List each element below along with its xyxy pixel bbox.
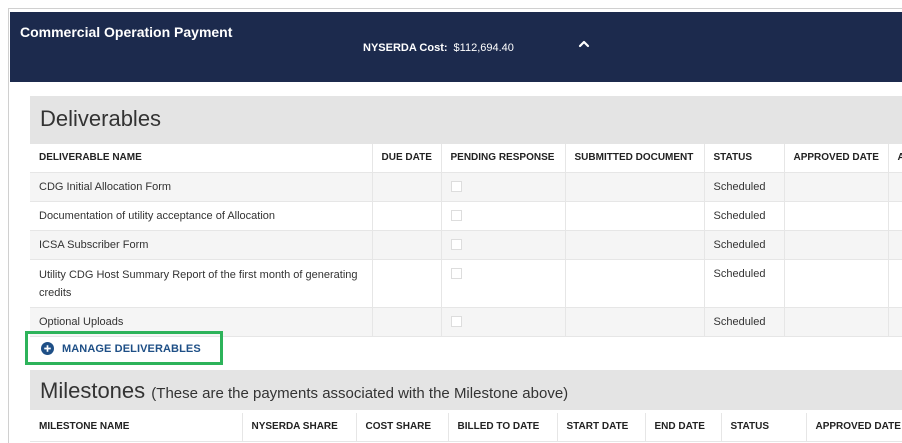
- col-cost-share[interactable]: COST SHARE: [356, 413, 449, 442]
- due-date: [372, 201, 442, 231]
- approved-date: [784, 307, 889, 337]
- submitted-document: [565, 259, 705, 308]
- truncated-cell: [888, 172, 902, 202]
- submitted-document: [565, 230, 705, 260]
- col-deliverable-name[interactable]: DELIVERABLE NAME: [30, 144, 373, 173]
- milestones-title: Milestones: [40, 378, 146, 403]
- pending-checkbox[interactable]: [450, 267, 462, 279]
- truncated-cell: [888, 230, 902, 260]
- col-billed-to-date[interactable]: BILLED TO DATE: [448, 413, 558, 442]
- chevron-up-icon[interactable]: [576, 36, 592, 52]
- deliverables-table: DELIVERABLE NAME DUE DATE PENDING RESPON…: [30, 144, 902, 337]
- milestones-subtitle: (These are the payments associated with …: [151, 385, 569, 402]
- deliverable-name: ICSA Subscriber Form: [30, 230, 373, 260]
- table-row: Documentation of utility acceptance of A…: [30, 201, 902, 231]
- due-date: [372, 172, 442, 202]
- status: Scheduled: [704, 230, 785, 260]
- deliverables-band: Deliverables: [30, 96, 902, 144]
- manage-deliverables-button[interactable]: MANAGE DELIVERABLES: [25, 331, 223, 365]
- payment-title: Commercial Operation Payment: [20, 24, 233, 40]
- plus-circle-icon: [41, 342, 54, 355]
- pending-checkbox[interactable]: [450, 238, 462, 250]
- manage-deliverables-label[interactable]: MANAGE DELIVERABLES: [62, 343, 201, 355]
- deliverables-heading: Deliverables: [40, 106, 162, 131]
- pending-response: [441, 201, 566, 231]
- table-row: Utility CDG Host Summary Report of the f…: [30, 259, 902, 308]
- col-milestone-name[interactable]: MILESTONE NAME: [30, 413, 243, 442]
- col-due-date[interactable]: DUE DATE: [372, 144, 442, 173]
- deliverable-name: Documentation of utility acceptance of A…: [30, 201, 373, 231]
- col-submitted-document[interactable]: SUBMITTED DOCUMENT: [565, 144, 705, 173]
- col-end-date[interactable]: END DATE: [645, 413, 722, 442]
- milestones-table: MILESTONE NAME NYSERDA SHARE COST SHARE …: [30, 413, 902, 442]
- approved-date: [784, 230, 889, 260]
- pending-response: [441, 307, 566, 337]
- approved-date: [784, 259, 889, 308]
- nyserda-cost: NYSERDA Cost: $112,694.40: [363, 42, 514, 54]
- col-approved-date[interactable]: APPROVED DATE: [784, 144, 889, 173]
- pending-response: [441, 259, 566, 308]
- col-pending-response[interactable]: PENDING RESPONSE: [441, 144, 566, 173]
- col-nyserda-share[interactable]: NYSERDA SHARE: [242, 413, 357, 442]
- truncated-cell: [888, 259, 902, 308]
- milestones-heading: Milestones (These are the payments assoc…: [40, 378, 568, 404]
- col-truncated: A: [888, 144, 902, 173]
- pending-checkbox[interactable]: [450, 315, 462, 327]
- status: Scheduled: [704, 259, 785, 308]
- pending-response: [441, 172, 566, 202]
- status: Scheduled: [704, 307, 785, 337]
- deliverable-name: CDG Initial Allocation Form: [30, 172, 373, 202]
- status: Scheduled: [704, 201, 785, 231]
- milestones-header-row: MILESTONE NAME NYSERDA SHARE COST SHARE …: [30, 413, 902, 442]
- deliverable-name: Utility CDG Host Summary Report of the f…: [30, 259, 373, 308]
- milestones-band: Milestones (These are the payments assoc…: [30, 370, 902, 410]
- submitted-document: [565, 307, 705, 337]
- due-date: [372, 259, 442, 308]
- approved-date: [784, 172, 889, 202]
- cost-value: $112,694.40: [453, 42, 514, 54]
- pending-checkbox[interactable]: [450, 180, 462, 192]
- submitted-document: [565, 172, 705, 202]
- status: Scheduled: [704, 172, 785, 202]
- col-status[interactable]: STATUS: [704, 144, 785, 173]
- table-row: ICSA Subscriber Form Scheduled: [30, 230, 902, 260]
- pending-checkbox[interactable]: [450, 209, 462, 221]
- table-row: CDG Initial Allocation Form Scheduled: [30, 172, 902, 202]
- col-milestone-approved-date[interactable]: APPROVED DATE: [806, 413, 902, 442]
- truncated-cell: [888, 201, 902, 231]
- submitted-document: [565, 201, 705, 231]
- col-start-date[interactable]: START DATE: [557, 413, 646, 442]
- truncated-cell: [888, 307, 902, 337]
- due-date: [372, 307, 442, 337]
- deliverables-header-row: DELIVERABLE NAME DUE DATE PENDING RESPON…: [30, 144, 902, 173]
- cost-label: NYSERDA Cost:: [363, 42, 448, 54]
- due-date: [372, 230, 442, 260]
- payment-header: Commercial Operation Payment NYSERDA Cos…: [10, 12, 902, 82]
- pending-response: [441, 230, 566, 260]
- col-milestone-status[interactable]: STATUS: [721, 413, 807, 442]
- approved-date: [784, 201, 889, 231]
